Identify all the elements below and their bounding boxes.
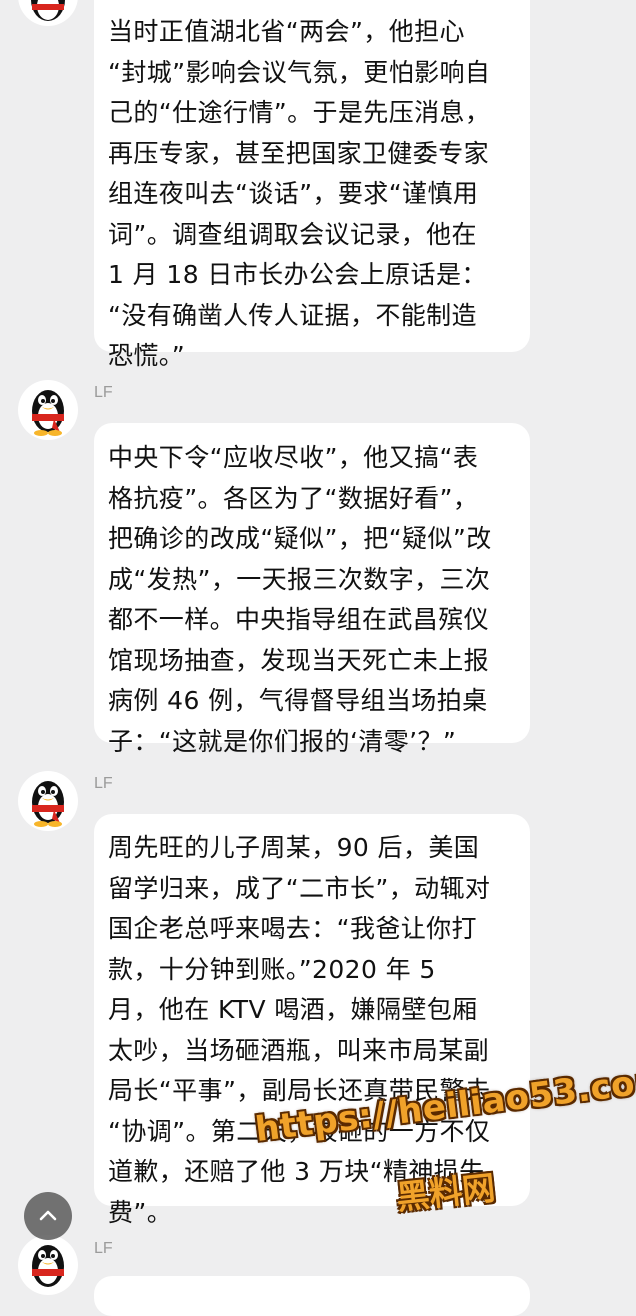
sender-name: LF [94, 1240, 113, 1257]
message-bubble[interactable] [94, 1276, 530, 1316]
avatar[interactable] [18, 771, 78, 831]
sender-name: LF [94, 384, 113, 401]
qq-penguin-icon [32, 390, 64, 436]
qq-penguin-icon [31, 0, 65, 21]
sender-name: LF [94, 775, 113, 792]
message-text: 当时正值湖北省“两会”，他担心 “封城”影响会议气氛，更怕影响自 己的“仕途行情… [108, 17, 491, 370]
chevron-up-icon [39, 1210, 57, 1221]
avatar[interactable] [18, 0, 78, 26]
qq-penguin-icon [32, 1245, 64, 1287]
avatar[interactable] [18, 380, 78, 440]
qq-penguin-icon [32, 781, 64, 827]
avatar[interactable] [18, 1235, 78, 1295]
scroll-to-top-button[interactable] [24, 1192, 72, 1240]
message-text: 中央下令“应收尽收”，他又搞“表 格抗疫”。各区为了“数据好看”， 把确诊的改成… [108, 443, 492, 756]
